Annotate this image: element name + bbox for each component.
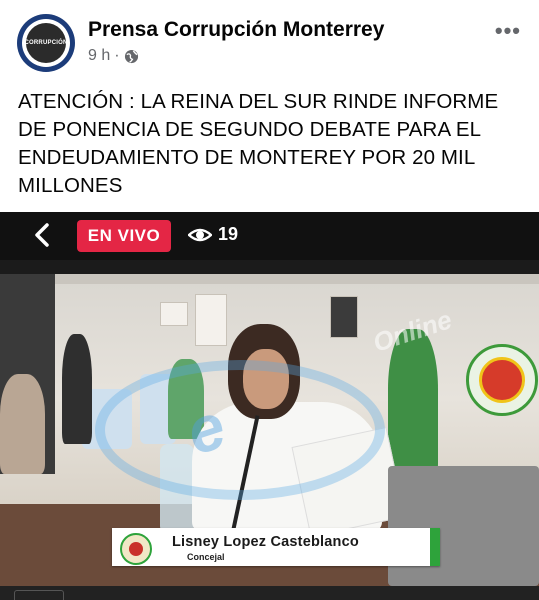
scene-poster [330, 296, 358, 338]
post-meta: 9 h · [88, 47, 139, 65]
video-bottom-strip [0, 586, 539, 600]
eye-icon [188, 228, 212, 241]
page-name[interactable]: Prensa Corrupción Monterrey [88, 18, 384, 42]
post-header: CORRUPCIÓN Prensa Corrupción Monterrey 9… [0, 0, 539, 80]
concejo-emblem [479, 357, 525, 403]
live-badge: EN VIVO [77, 220, 171, 252]
concejo-logo [466, 344, 538, 416]
watermark-ring [95, 360, 385, 500]
globe-icon [124, 49, 138, 63]
scene-person [0, 374, 45, 474]
page-avatar[interactable]: CORRUPCIÓN [17, 14, 75, 72]
lower-third: Lisney Lopez Casteblanco Concejal [112, 528, 440, 566]
scene-ceiling [55, 274, 539, 284]
viewer-count: 19 [188, 224, 238, 245]
avatar-ring: CORRUPCIÓN [22, 19, 70, 67]
lower-third-logo [120, 533, 152, 565]
video-top-bar: EN VIVO 19 [0, 212, 539, 260]
scene-poster [160, 302, 188, 326]
back-arrow-icon[interactable] [30, 222, 56, 248]
lower-third-emblem [129, 542, 143, 556]
speaker-role: Concejal [187, 552, 225, 562]
avatar-logo: CORRUPCIÓN [25, 23, 67, 63]
strip-logo [14, 590, 64, 600]
viewer-count-value: 19 [218, 224, 239, 244]
speaker-name: Lisney Lopez Casteblanco [172, 534, 359, 550]
post-time[interactable]: 9 h [88, 47, 110, 65]
meta-separator: · [114, 47, 120, 64]
scene-poster [195, 294, 227, 346]
scene-person [62, 334, 92, 444]
post-body-text: ATENCIÓN : LA REINA DEL SUR RINDE INFORM… [18, 90, 499, 197]
scene-laptop [388, 466, 539, 586]
more-options-icon[interactable]: ••• [495, 18, 521, 44]
